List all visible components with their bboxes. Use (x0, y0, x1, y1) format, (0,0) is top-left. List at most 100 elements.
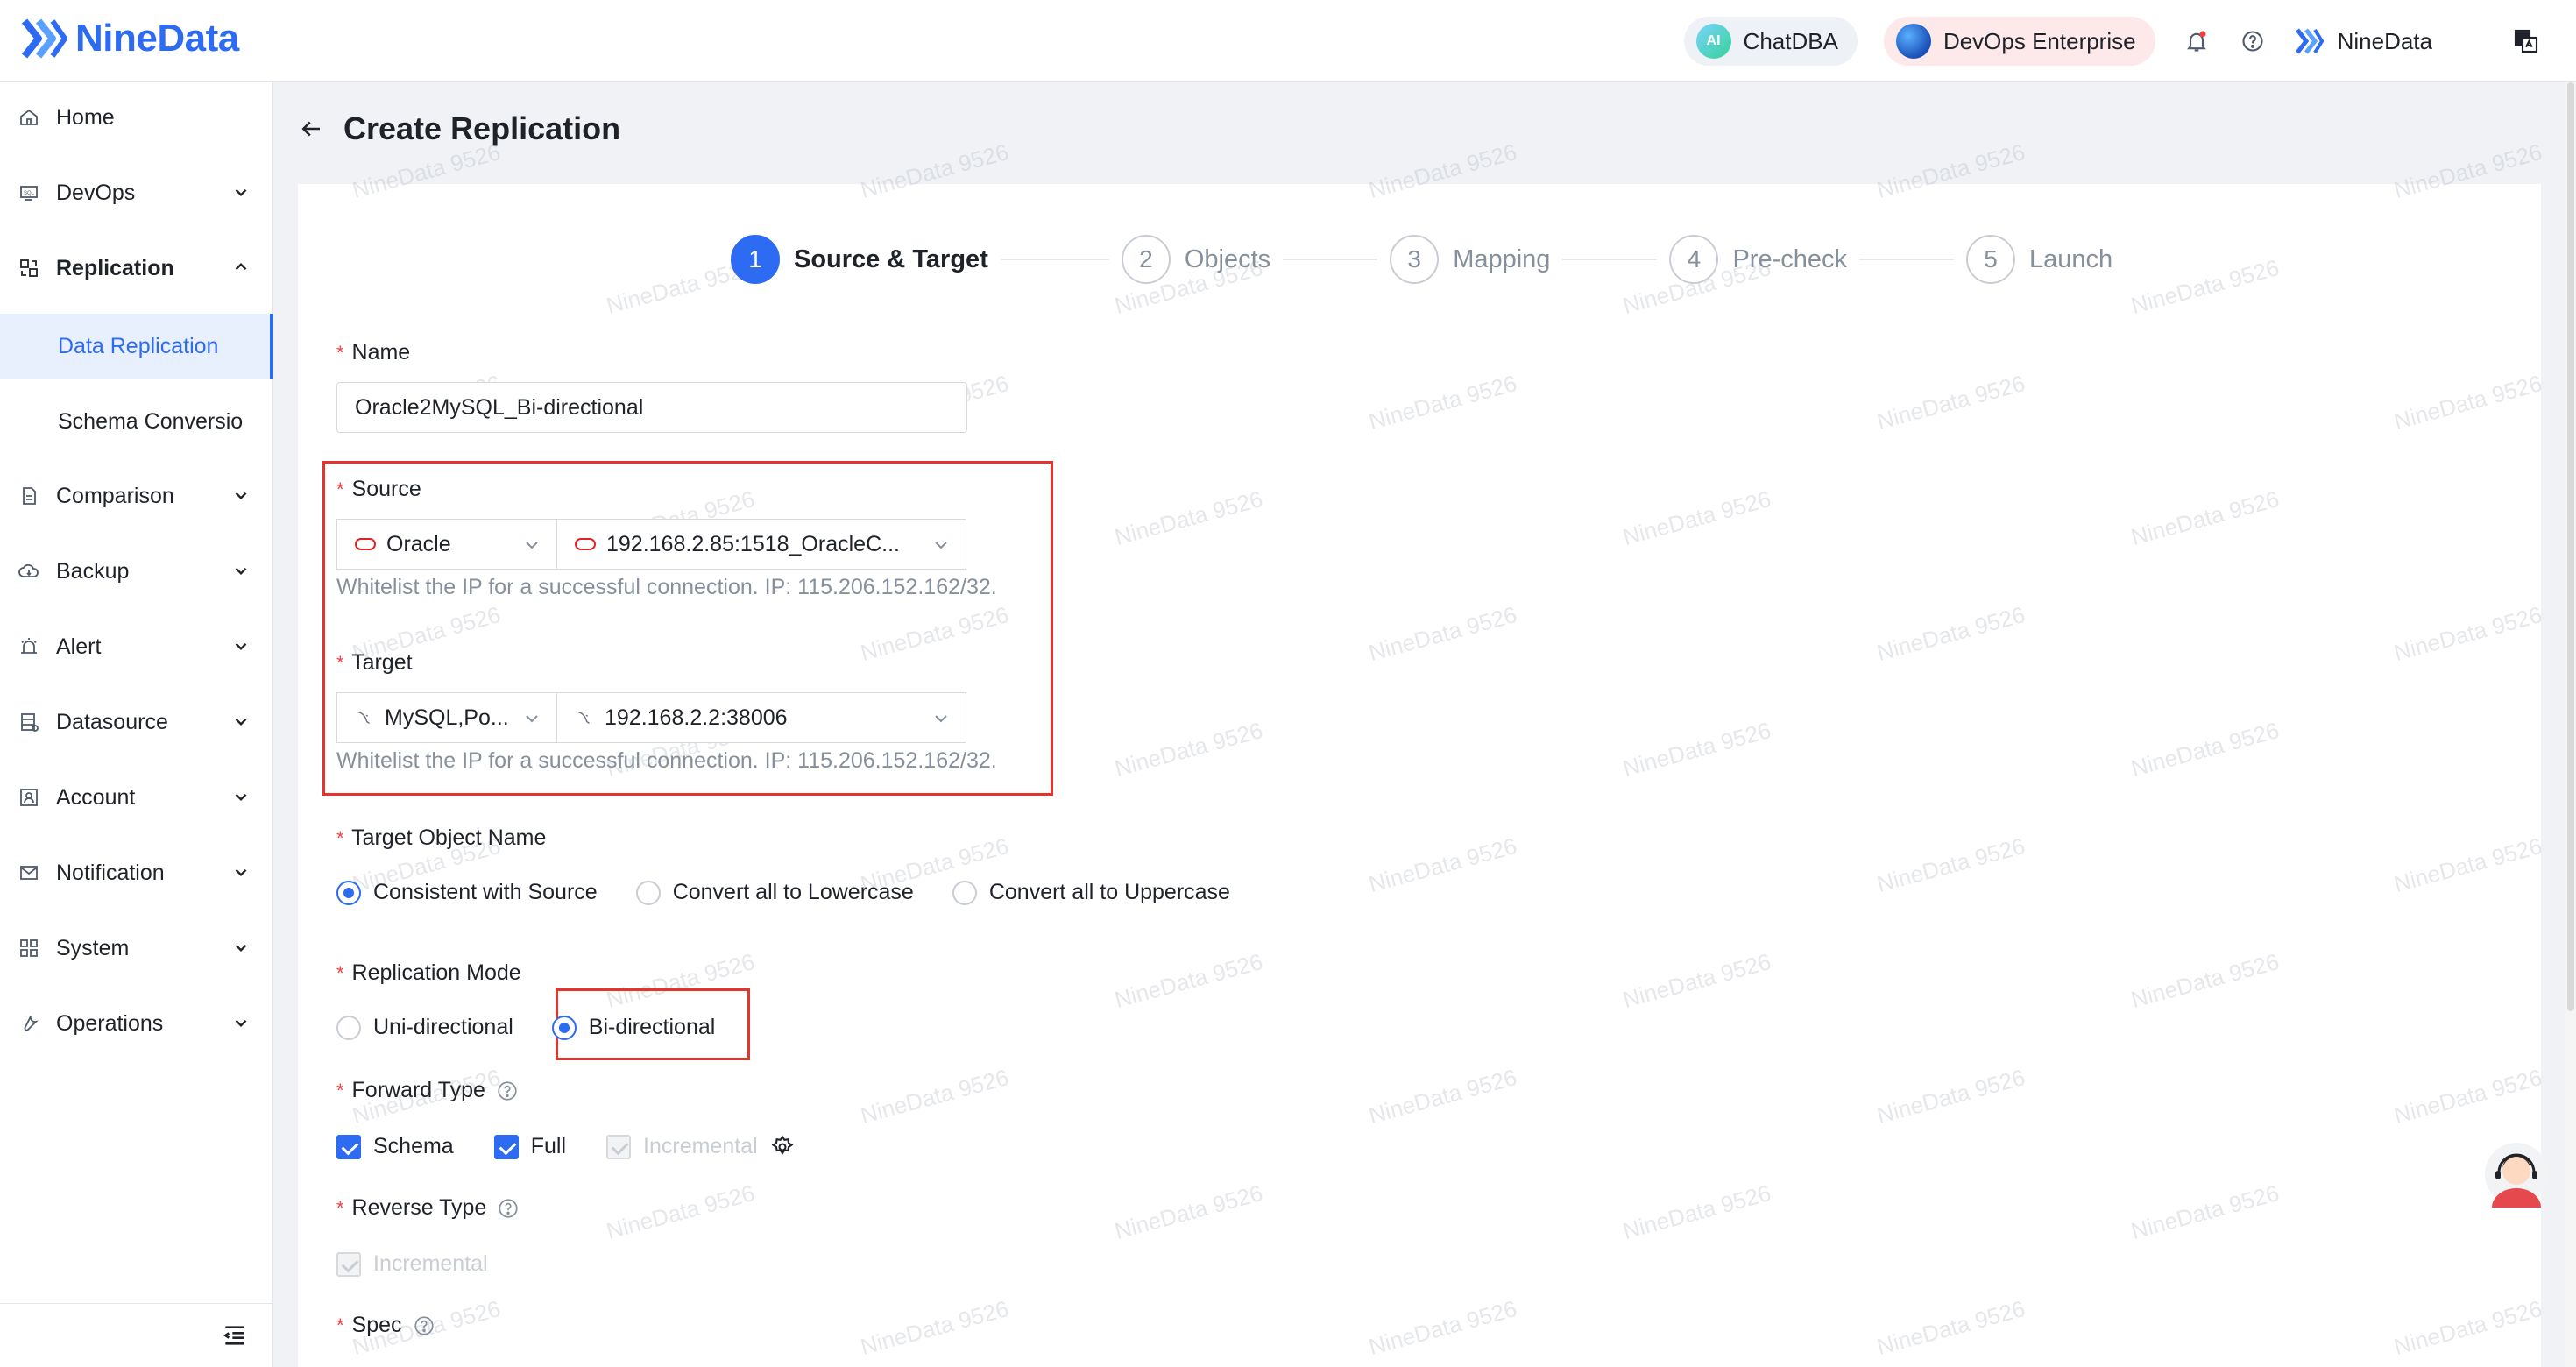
chevron-down-icon (235, 567, 247, 576)
sidebar-item-label: Comparison (56, 483, 174, 508)
step-launch[interactable]: 5 Launch (1965, 235, 2113, 284)
radio-button[interactable] (336, 880, 361, 905)
back-arrow-icon[interactable] (298, 116, 324, 142)
checkbox[interactable] (493, 1134, 519, 1159)
wrench-icon (16, 1010, 42, 1037)
radio-uni-directional[interactable]: Uni-directional (336, 1015, 513, 1040)
radio-convert-uppercase[interactable]: Convert all to Uppercase (952, 880, 1230, 905)
brand-logo[interactable]: NineData (19, 12, 239, 65)
scrollbar-thumb[interactable] (2567, 82, 2574, 1011)
help-icon[interactable] (497, 1197, 520, 1220)
radio-button[interactable] (952, 880, 977, 905)
collapse-menu-icon[interactable] (221, 1321, 249, 1349)
top-header: NineData AI ChatDBA DevOps Enterprise Ni… (0, 0, 2576, 82)
help-icon[interactable] (2238, 26, 2268, 56)
language-icon[interactable] (2511, 26, 2541, 56)
step-label: Source & Target (794, 244, 988, 273)
radio-convert-lowercase[interactable]: Convert all to Lowercase (635, 880, 914, 905)
source-instance-select[interactable]: 192.168.2.85:1518_OracleC... (556, 519, 966, 570)
page-scrollbar[interactable] (2565, 82, 2576, 1367)
mail-icon (16, 860, 42, 886)
sidebar-item-account[interactable]: Account (0, 762, 273, 832)
step-connector (1283, 259, 1378, 260)
help-icon[interactable] (496, 1080, 519, 1102)
checkbox[interactable] (336, 1134, 361, 1159)
chevron-down-icon (235, 718, 247, 726)
sidebar-item-backup[interactable]: Backup (0, 536, 273, 606)
sidebar-item-replication[interactable]: Replication (0, 233, 273, 303)
page-title-row: Create Replication (298, 110, 620, 147)
support-avatar-icon[interactable] (2483, 1139, 2550, 1209)
sidebar-subitem-data-replication[interactable]: Data Replication (0, 314, 273, 379)
step-label: Launch (2028, 244, 2113, 273)
sidebar-item-label: System (56, 935, 130, 960)
sidebar-item-operations[interactable]: Operations (0, 988, 273, 1059)
radio-consistent-with-source[interactable]: Consistent with Source (336, 880, 598, 905)
page-title: Create Replication (343, 110, 621, 146)
step-number: 1 (731, 235, 780, 284)
sidebar-subitem-label: Data Replication (58, 333, 219, 358)
target-object-name-group: Consistent with Source Convert all to Lo… (336, 880, 1269, 905)
mysql-icon (357, 711, 370, 725)
radio-button[interactable] (336, 1015, 361, 1040)
source-type-select[interactable]: Oracle (336, 519, 557, 570)
sidebar-item-system[interactable]: System (0, 913, 273, 983)
replication-mode-group: Uni-directional Bi-directional (336, 1015, 754, 1040)
user-logo-icon (2295, 28, 2324, 54)
sidebar-item-label: Backup (56, 558, 130, 584)
user-menu[interactable]: NineData (2294, 25, 2432, 58)
radio-bi-directional[interactable]: Bi-directional (551, 1015, 715, 1040)
step-pre-check[interactable]: 4 Pre-check (1669, 235, 1847, 284)
checkbox-schema[interactable]: Schema (336, 1134, 454, 1159)
sidebar-item-comparison[interactable]: Comparison (0, 461, 273, 531)
checkbox-full[interactable]: Full (493, 1134, 566, 1159)
notification-bell-icon[interactable] (2182, 26, 2212, 56)
step-objects[interactable]: 2 Objects (1121, 235, 1270, 284)
spec-label: * Spec (336, 1313, 435, 1338)
sidebar-subitem-schema-conversion[interactable]: Schema Conversio (0, 389, 273, 454)
target-instance-select[interactable]: 192.168.2.2:38006 (556, 692, 966, 743)
devops-enterprise-button[interactable]: DevOps Enterprise (1883, 17, 2155, 66)
brand-name: NineData (75, 17, 239, 60)
target-type-value: MySQL,Po... (385, 705, 509, 730)
step-mapping[interactable]: 3 Mapping (1390, 235, 1550, 284)
sidebar-item-devops[interactable]: SQL DevOps (0, 158, 273, 228)
sidebar: Home SQL DevOps Replication Data Replica… (0, 82, 273, 1367)
forward-type-label: * Forward Type (336, 1078, 519, 1103)
help-icon[interactable] (413, 1314, 435, 1337)
wizard-steps: 1 Source & Target 2 Objects 3 Mapping 4 … (731, 235, 2112, 284)
sidebar-item-label: Datasource (56, 709, 168, 734)
target-instance-value: 192.168.2.2:38006 (605, 705, 788, 730)
chatdba-button[interactable]: AI ChatDBA (1683, 17, 1858, 66)
source-target-highlight (322, 461, 1053, 796)
radio-button[interactable] (635, 880, 661, 905)
mysql-icon (577, 711, 590, 725)
step-number: 4 (1669, 235, 1719, 284)
replication-icon (16, 255, 42, 281)
sidebar-item-datasource[interactable]: Datasource (0, 687, 273, 757)
alarm-icon (16, 634, 42, 660)
oracle-icon (575, 538, 596, 550)
sidebar-item-label: DevOps (56, 180, 136, 205)
svg-text:SQL: SQL (24, 191, 35, 196)
target-type-select[interactable]: MySQL,Po... (336, 692, 557, 743)
oracle-icon (355, 538, 376, 550)
step-connector (1000, 259, 1109, 260)
sidebar-item-alert[interactable]: Alert (0, 612, 273, 682)
chevron-down-icon (526, 542, 538, 549)
sql-icon: SQL (16, 180, 42, 206)
user-name: NineData (2337, 27, 2432, 54)
gear-icon[interactable] (770, 1134, 795, 1159)
name-value: Oracle2MySQL_Bi-directional (355, 394, 644, 420)
sidebar-item-label: Operations (56, 1010, 164, 1036)
replication-mode-label: * Replication Mode (336, 960, 521, 985)
step-connector (1562, 259, 1658, 260)
radio-button[interactable] (551, 1015, 577, 1040)
step-source-target[interactable]: 1 Source & Target (731, 235, 988, 284)
name-input[interactable]: Oracle2MySQL_Bi-directional (336, 382, 967, 433)
sidebar-item-notification[interactable]: Notification (0, 838, 273, 908)
compare-icon (16, 483, 42, 509)
step-connector (1858, 259, 1954, 260)
sidebar-item-home[interactable]: Home (0, 82, 273, 152)
chevron-down-icon (235, 868, 247, 877)
